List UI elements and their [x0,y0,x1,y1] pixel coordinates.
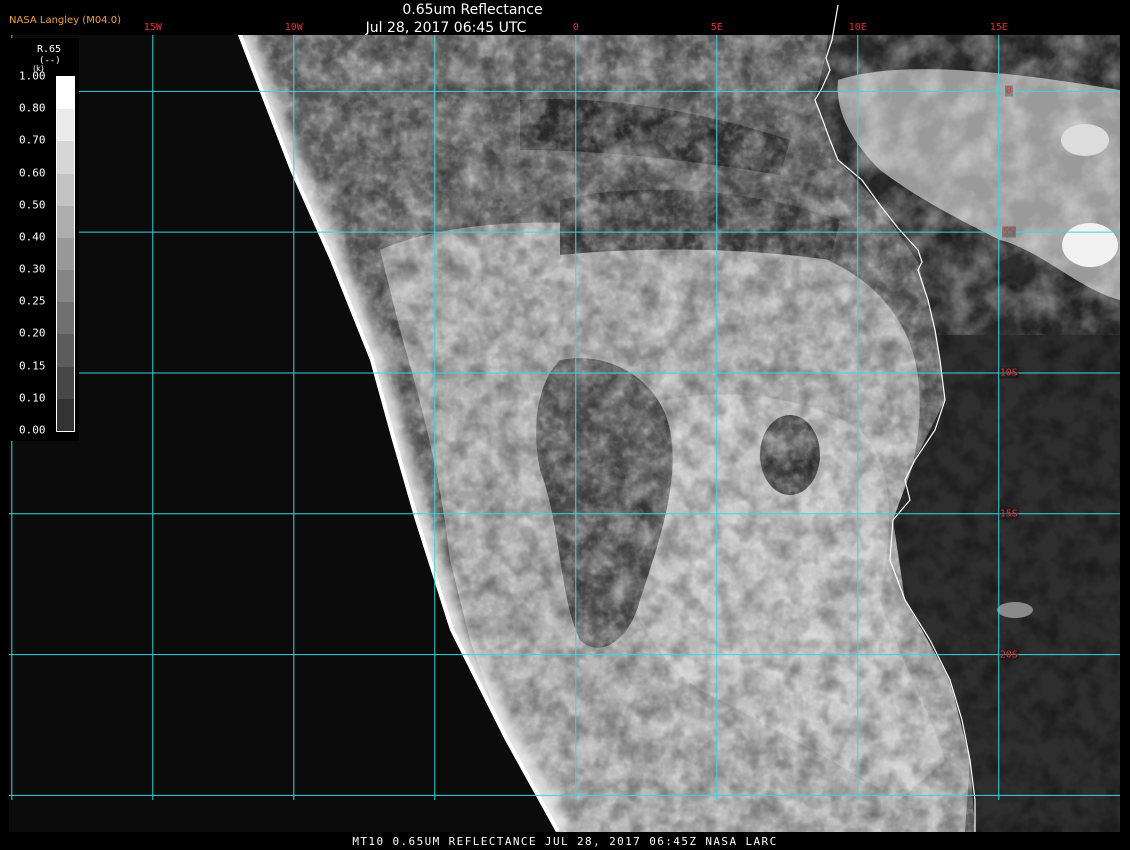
satellite-image-frame [0,0,1130,850]
land-cloud-patch [997,602,1033,618]
legend-label: 0.70 [19,133,46,147]
legend-swatch [57,302,74,335]
lat-label: 5S [1001,226,1016,238]
legend-label: 0.15 [19,359,46,373]
legend-swatch [57,109,74,142]
legend-swatch [57,237,74,271]
satellite-imagery-map [9,4,1120,832]
product-title: 0.65um Reflectance [402,2,543,18]
legend-color-bar [56,76,75,432]
bright-convective-cell-2 [1061,124,1109,156]
legend-swatch [57,77,74,110]
lon-label: 15E [989,22,1008,33]
lat-label: 0 [1004,85,1013,97]
lat-label: 10S [998,367,1019,379]
legend-label: 0.10 [19,391,46,405]
footer-caption: MT10 0.65UM REFLECTANCE JUL 28, 2017 06:… [352,835,778,848]
legend-label: 0.80 [19,101,46,115]
legend-label: 1.00 [19,69,46,83]
legend-swatch [57,141,74,174]
lon-label: 10W [284,22,303,33]
lat-label: 15S [998,508,1019,520]
lat-label: 20S [998,649,1019,661]
legend-swatch [57,334,74,367]
valid-time: Jul 28, 2017 06:45 UTC [365,20,527,36]
legend-swatch [57,205,74,238]
lon-label: 10E [848,22,867,33]
bright-convective-cell [1062,223,1118,267]
legend-swatch [57,173,74,206]
lon-label: 5E [710,22,723,33]
lon-label: 0 [572,22,579,33]
legend-label: 0.20 [19,326,46,340]
color-legend: R.65 (--) (k) 1.00 0.80 0.70 0.60 0.50 0.40 0.… [9,38,79,441]
lon-label: 15W [143,22,162,33]
legend-label: 0.40 [19,230,46,244]
legend-label: 0.00 [19,423,46,437]
legend-swatch [57,366,74,399]
legend-swatch [57,398,74,431]
legend-title: R.65 [37,44,62,55]
legend-swatch [57,270,74,303]
legend-label: 0.30 [19,262,46,276]
legend-label: 0.25 [19,294,46,308]
legend-label: 0.60 [19,166,46,180]
legend-label: 0.50 [19,198,46,212]
